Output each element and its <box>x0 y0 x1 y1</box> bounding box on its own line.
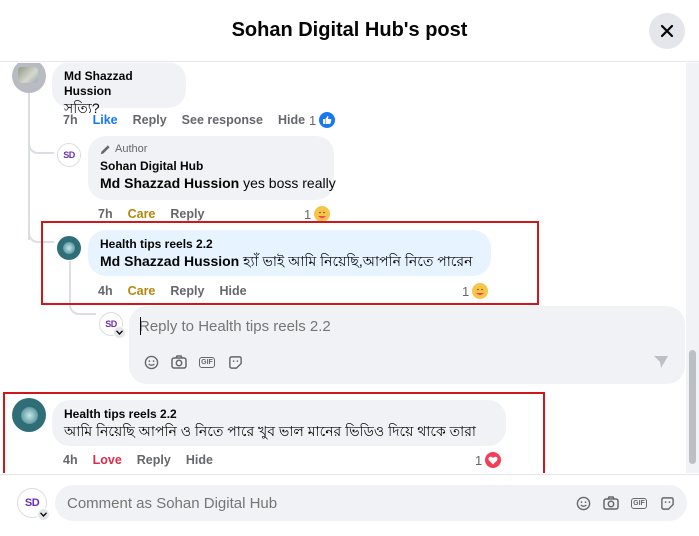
comment-time[interactable]: 7h <box>63 113 78 127</box>
author-badge: Author <box>100 142 322 156</box>
highlight-box <box>41 221 539 305</box>
gif-icon[interactable]: GIF <box>199 354 215 370</box>
comment-tools: GIF <box>575 495 675 511</box>
comment-author[interactable]: Sohan Digital Hub <box>100 159 322 174</box>
sticker-icon[interactable] <box>659 495 675 511</box>
comment-footer: SD GIF <box>0 474 699 536</box>
gif-icon[interactable]: GIF <box>631 495 647 511</box>
reply-button[interactable]: Reply <box>170 207 204 221</box>
comment-composer: GIF <box>55 485 687 521</box>
reply-composer: GIF <box>129 306 685 384</box>
emoji-icon[interactable] <box>575 495 591 511</box>
mention-link[interactable]: Md Shazzad Hussion <box>100 175 239 191</box>
author-badge-label: Author <box>115 143 148 155</box>
comment-bubble: Author Sohan Digital Hub Md Shazzad Huss… <box>88 136 336 200</box>
comment-time[interactable]: 7h <box>98 207 113 221</box>
thumbs-up-icon <box>318 111 337 129</box>
scrollbar-thumb[interactable] <box>689 350 696 464</box>
avatar[interactable] <box>12 63 46 93</box>
reply-tools: GIF <box>143 354 243 370</box>
comments-panel[interactable]: Md Shazzad Hussion সত্যি? 7h Like Reply … <box>0 63 699 473</box>
close-button[interactable] <box>649 13 685 49</box>
avatar[interactable]: SD <box>57 143 81 167</box>
reply-button[interactable]: Reply <box>133 113 167 127</box>
comment-actions: 7h Care Reply <box>98 207 204 221</box>
comment-bubble: Md Shazzad Hussion সত্যি? <box>52 63 186 116</box>
thread-connector <box>28 125 54 154</box>
sticker-icon[interactable] <box>227 354 243 370</box>
see-response-button[interactable]: See response <box>182 113 263 127</box>
camera-icon[interactable] <box>603 495 619 511</box>
camera-icon[interactable] <box>171 354 187 370</box>
comment-actions: 7h Like Reply See response Hide <box>63 113 305 127</box>
scrollbar[interactable] <box>686 63 699 473</box>
reaction-count-value: 1 <box>309 112 317 128</box>
emoji-icon[interactable] <box>143 354 159 370</box>
care-reaction-button[interactable]: Care <box>128 207 156 221</box>
close-icon <box>660 24 674 38</box>
comment-text: Md Shazzad Hussion yes boss really <box>100 174 336 193</box>
text-caret <box>140 317 141 335</box>
chevron-down-icon[interactable] <box>37 508 50 521</box>
pencil-icon <box>100 144 110 154</box>
reaction-count[interactable]: 1 <box>309 111 337 129</box>
like-button[interactable]: Like <box>93 113 118 127</box>
chevron-down-icon[interactable] <box>113 326 126 339</box>
dialog-header: Sohan Digital Hub's post <box>0 0 699 62</box>
send-icon[interactable] <box>653 354 669 370</box>
reaction-count-value: 1 <box>304 206 312 222</box>
reply-input[interactable] <box>139 315 675 337</box>
highlight-box <box>3 392 545 473</box>
comment-author[interactable]: Md Shazzad Hussion <box>64 69 174 99</box>
comment-text-body: yes boss really <box>239 175 336 191</box>
dialog-title: Sohan Digital Hub's post <box>231 19 468 41</box>
hide-button[interactable]: Hide <box>278 113 305 127</box>
comment-input[interactable] <box>67 492 447 514</box>
